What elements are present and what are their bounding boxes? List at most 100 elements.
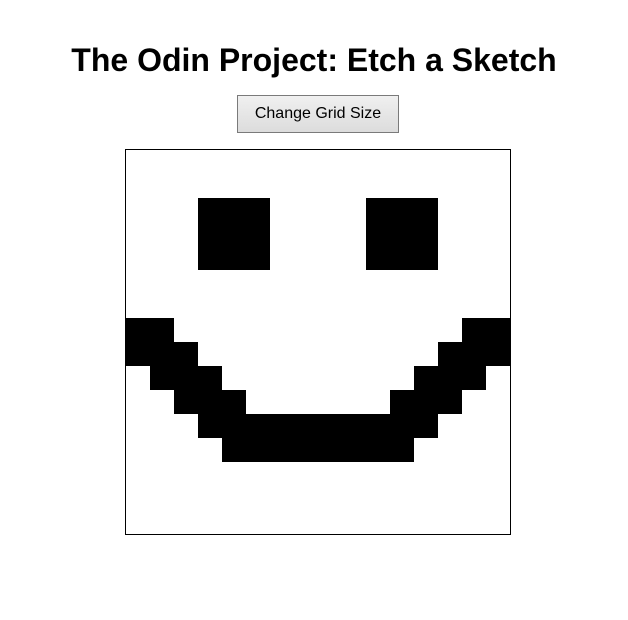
grid-cell[interactable] <box>342 222 366 246</box>
grid-cell[interactable] <box>150 174 174 198</box>
grid-cell[interactable] <box>366 366 390 390</box>
grid-cell[interactable] <box>198 366 222 390</box>
grid-cell[interactable] <box>390 174 414 198</box>
grid-cell[interactable] <box>414 318 438 342</box>
grid-cell[interactable] <box>462 222 486 246</box>
grid-cell[interactable] <box>462 198 486 222</box>
grid-cell[interactable] <box>270 270 294 294</box>
grid-cell[interactable] <box>318 270 342 294</box>
grid-cell[interactable] <box>366 270 390 294</box>
grid-cell[interactable] <box>126 486 150 510</box>
grid-cell[interactable] <box>318 366 342 390</box>
grid-cell[interactable] <box>318 222 342 246</box>
grid-cell[interactable] <box>246 198 270 222</box>
grid-cell[interactable] <box>270 366 294 390</box>
grid-cell[interactable] <box>438 510 462 534</box>
grid-cell[interactable] <box>486 318 510 342</box>
grid-cell[interactable] <box>318 438 342 462</box>
grid-cell[interactable] <box>318 462 342 486</box>
grid-cell[interactable] <box>366 462 390 486</box>
grid-cell[interactable] <box>366 342 390 366</box>
grid-cell[interactable] <box>486 510 510 534</box>
grid-cell[interactable] <box>294 342 318 366</box>
grid-cell[interactable] <box>150 390 174 414</box>
grid-cell[interactable] <box>174 438 198 462</box>
grid-cell[interactable] <box>438 270 462 294</box>
grid-cell[interactable] <box>486 294 510 318</box>
grid-cell[interactable] <box>390 342 414 366</box>
grid-cell[interactable] <box>174 414 198 438</box>
grid-cell[interactable] <box>438 390 462 414</box>
grid-cell[interactable] <box>414 270 438 294</box>
grid-cell[interactable] <box>270 342 294 366</box>
grid-cell[interactable] <box>390 246 414 270</box>
grid-cell[interactable] <box>318 174 342 198</box>
grid-cell[interactable] <box>342 462 366 486</box>
grid-cell[interactable] <box>342 318 366 342</box>
grid-cell[interactable] <box>414 414 438 438</box>
grid-cell[interactable] <box>150 222 174 246</box>
grid-cell[interactable] <box>438 462 462 486</box>
grid-cell[interactable] <box>150 246 174 270</box>
grid-cell[interactable] <box>198 222 222 246</box>
grid-cell[interactable] <box>294 390 318 414</box>
grid-cell[interactable] <box>366 486 390 510</box>
grid-cell[interactable] <box>246 342 270 366</box>
grid-cell[interactable] <box>486 222 510 246</box>
grid-cell[interactable] <box>390 390 414 414</box>
grid-cell[interactable] <box>198 246 222 270</box>
grid-cell[interactable] <box>150 150 174 174</box>
sketch-grid[interactable] <box>125 149 511 535</box>
grid-cell[interactable] <box>438 342 462 366</box>
grid-cell[interactable] <box>222 318 246 342</box>
grid-cell[interactable] <box>414 366 438 390</box>
grid-cell[interactable] <box>390 462 414 486</box>
grid-cell[interactable] <box>414 342 438 366</box>
grid-cell[interactable] <box>126 390 150 414</box>
grid-cell[interactable] <box>198 150 222 174</box>
grid-cell[interactable] <box>150 198 174 222</box>
grid-cell[interactable] <box>462 414 486 438</box>
grid-cell[interactable] <box>246 150 270 174</box>
grid-cell[interactable] <box>222 462 246 486</box>
grid-cell[interactable] <box>294 246 318 270</box>
grid-cell[interactable] <box>198 318 222 342</box>
grid-cell[interactable] <box>246 294 270 318</box>
grid-cell[interactable] <box>414 438 438 462</box>
grid-cell[interactable] <box>198 198 222 222</box>
grid-cell[interactable] <box>462 342 486 366</box>
grid-cell[interactable] <box>366 414 390 438</box>
grid-cell[interactable] <box>462 510 486 534</box>
grid-cell[interactable] <box>438 438 462 462</box>
grid-cell[interactable] <box>270 318 294 342</box>
grid-cell[interactable] <box>270 198 294 222</box>
grid-cell[interactable] <box>438 246 462 270</box>
grid-cell[interactable] <box>270 414 294 438</box>
grid-cell[interactable] <box>222 294 246 318</box>
grid-cell[interactable] <box>198 462 222 486</box>
grid-cell[interactable] <box>246 438 270 462</box>
grid-cell[interactable] <box>390 510 414 534</box>
grid-cell[interactable] <box>486 462 510 486</box>
grid-cell[interactable] <box>438 150 462 174</box>
grid-cell[interactable] <box>270 438 294 462</box>
grid-cell[interactable] <box>126 366 150 390</box>
grid-cell[interactable] <box>390 198 414 222</box>
grid-cell[interactable] <box>318 318 342 342</box>
grid-cell[interactable] <box>462 366 486 390</box>
grid-cell[interactable] <box>342 390 366 414</box>
grid-cell[interactable] <box>414 390 438 414</box>
grid-cell[interactable] <box>318 294 342 318</box>
grid-cell[interactable] <box>270 150 294 174</box>
grid-cell[interactable] <box>318 510 342 534</box>
grid-cell[interactable] <box>486 390 510 414</box>
grid-cell[interactable] <box>270 246 294 270</box>
grid-cell[interactable] <box>126 438 150 462</box>
grid-cell[interactable] <box>342 414 366 438</box>
grid-cell[interactable] <box>198 174 222 198</box>
grid-cell[interactable] <box>438 486 462 510</box>
grid-cell[interactable] <box>342 510 366 534</box>
grid-cell[interactable] <box>318 342 342 366</box>
grid-cell[interactable] <box>174 222 198 246</box>
grid-cell[interactable] <box>174 462 198 486</box>
